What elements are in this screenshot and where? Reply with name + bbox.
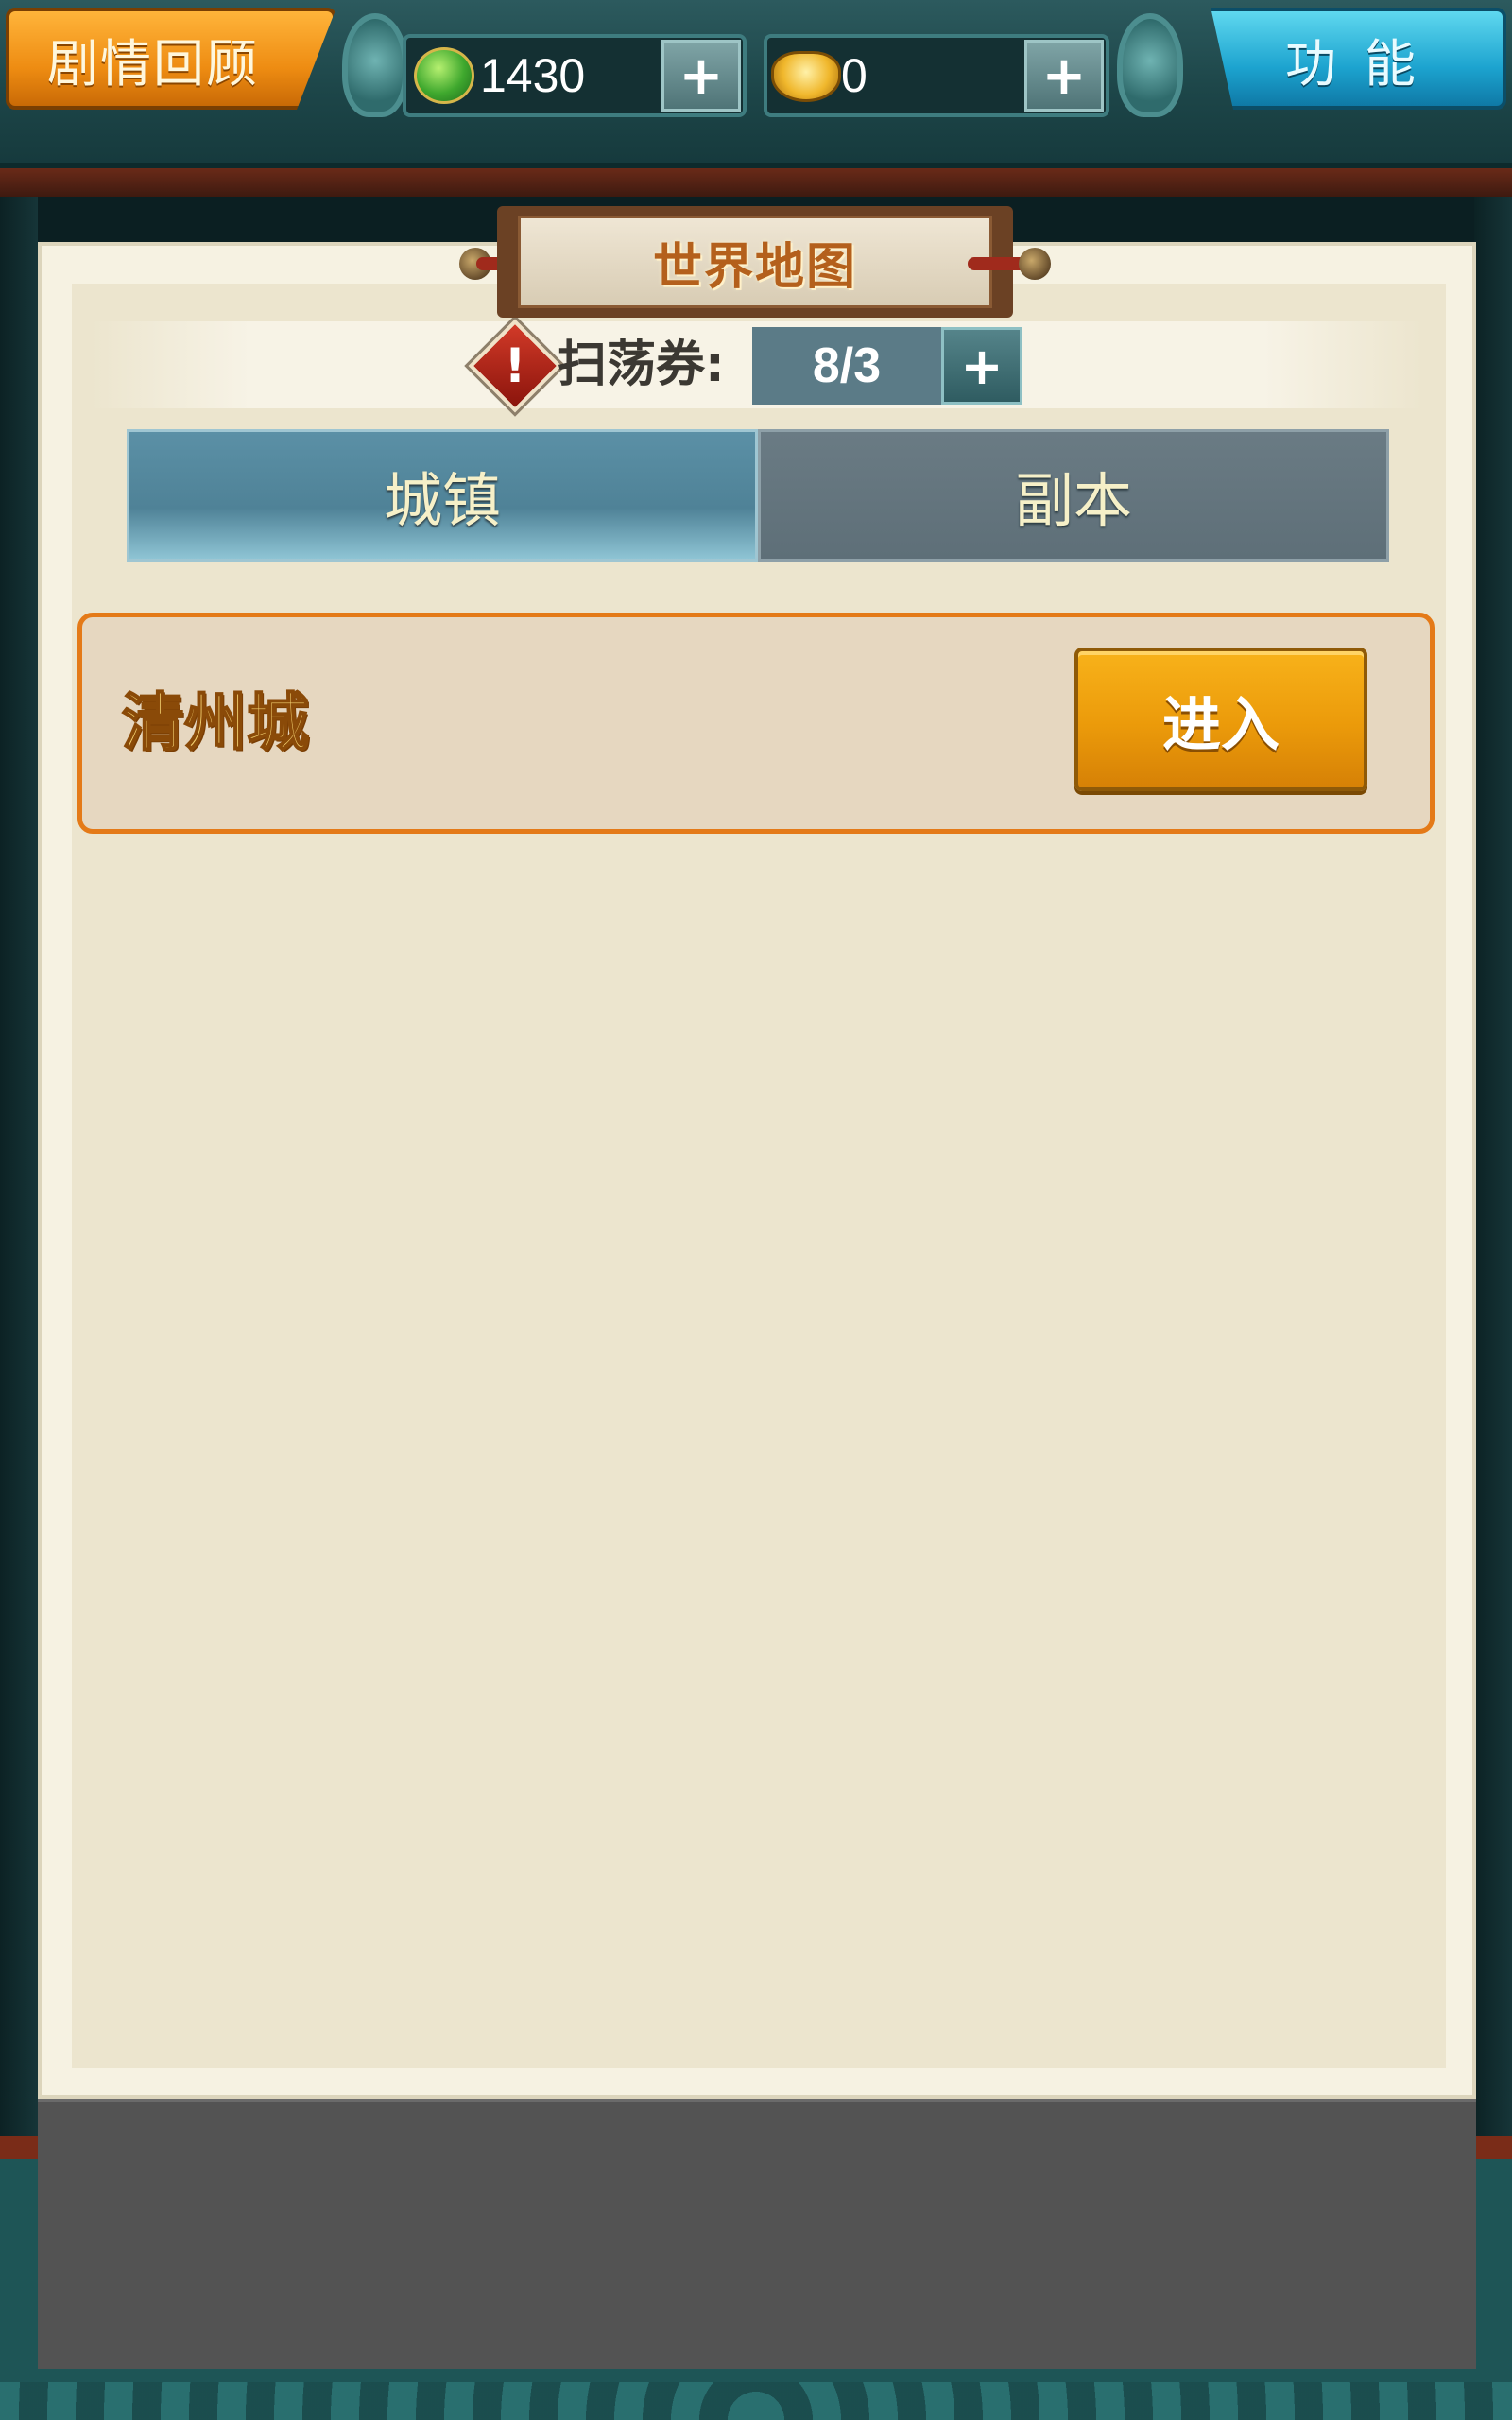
top-hud-bar: 剧情回顾 1430 + 0 + 功能: [0, 0, 1512, 197]
tab-dungeon[interactable]: 副本: [758, 429, 1389, 562]
add-jade-button[interactable]: +: [662, 40, 741, 112]
enter-city-button[interactable]: 进入: [1074, 648, 1367, 791]
scroll-knob-icon: [1019, 248, 1051, 280]
right-pillar: [1474, 197, 1512, 2420]
function-label: 功能: [1285, 33, 1444, 94]
add-gold-button[interactable]: +: [1024, 40, 1104, 112]
function-button[interactable]: 功能: [1211, 8, 1506, 110]
page-title: 世界地图: [518, 216, 992, 308]
jade-amount: 1430: [480, 49, 586, 102]
tab-dungeon-label: 副本: [1014, 466, 1132, 535]
gold-amount: 0: [841, 49, 868, 102]
enter-label: 进入: [1161, 690, 1280, 759]
jade-coin-icon: [414, 47, 474, 104]
story-review-label: 剧情回顾: [47, 33, 259, 94]
panel-title-scroll: 世界地图: [459, 206, 1051, 318]
warning-mark: !: [504, 338, 526, 393]
sweep-ticket-count: 8/3: [752, 327, 941, 405]
scroll-ornament-icon: [1117, 13, 1183, 117]
gold-ingot-icon: [771, 51, 841, 102]
sweep-ticket-label: 扫荡券:: [558, 337, 725, 393]
bottom-panel-bar: [38, 2099, 1476, 2369]
jade-currency: 1430 +: [403, 34, 747, 117]
left-pillar: [0, 197, 38, 2420]
tab-town[interactable]: 城镇: [127, 429, 758, 562]
tab-town-label: 城镇: [383, 466, 501, 535]
story-review-button[interactable]: 剧情回顾: [6, 8, 336, 110]
add-sweep-ticket-button[interactable]: +: [941, 327, 1022, 405]
city-name: 清州城: [121, 685, 310, 760]
scroll-ornament-icon: [342, 13, 408, 117]
gold-currency: 0 +: [764, 34, 1109, 117]
list-item: 清州城 进入: [77, 613, 1435, 834]
